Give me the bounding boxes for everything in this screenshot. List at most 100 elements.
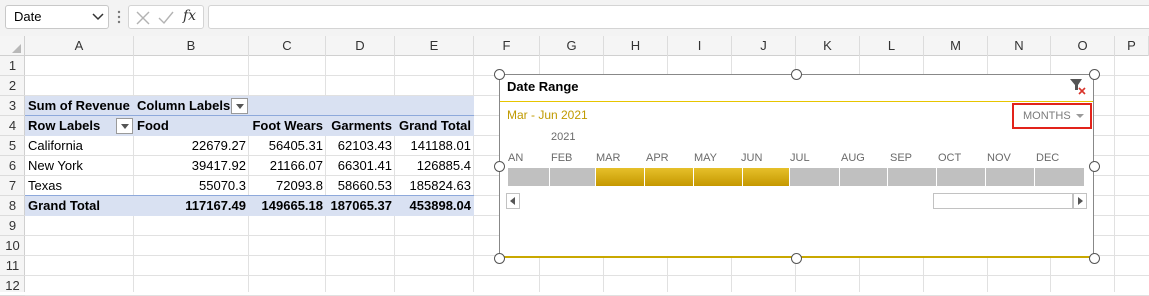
chevron-down-icon[interactable]: [91, 10, 105, 24]
pivot-title: Sum of Revenue: [28, 98, 130, 113]
timeline-divider: [500, 101, 1093, 102]
timeline-segment-selected[interactable]: [743, 168, 789, 186]
scroll-left-icon[interactable]: [506, 193, 520, 209]
cancel-icon[interactable]: [135, 10, 151, 26]
pivot-header-food: Food: [137, 118, 169, 133]
timeline-segment[interactable]: [840, 168, 887, 186]
resize-handle[interactable]: [494, 69, 505, 80]
timeline-segment[interactable]: [550, 168, 595, 186]
pivot-cell[interactable]: 185824.63: [395, 176, 474, 196]
timeline-segment[interactable]: [790, 168, 839, 186]
pivot-cell[interactable]: 21166.07: [249, 156, 326, 176]
timeline-month-label: MAR: [596, 152, 621, 164]
row-header[interactable]: 2: [0, 76, 25, 96]
row-header[interactable]: 6: [0, 156, 25, 176]
resize-handle[interactable]: [494, 253, 505, 264]
pivot-total-cell[interactable]: 453898.04: [395, 196, 474, 216]
timeline-segment-selected[interactable]: [596, 168, 644, 186]
pivot-cell[interactable]: 22679.27: [134, 136, 249, 156]
column-header[interactable]: O: [1051, 36, 1115, 56]
resize-handle[interactable]: [1089, 69, 1100, 80]
column-header[interactable]: E: [395, 36, 474, 56]
pivot-cell[interactable]: 58660.53: [326, 176, 395, 196]
timeline-segment[interactable]: [937, 168, 985, 186]
time-level-label: MONTHS: [1023, 110, 1071, 122]
timeline-month-label: AN: [508, 152, 524, 164]
column-header[interactable]: C: [249, 36, 326, 56]
timeline-month-label: JUN: [741, 152, 763, 164]
column-header[interactable]: F: [474, 36, 540, 56]
pivot-cell[interactable]: 62103.43: [326, 136, 395, 156]
row-header[interactable]: 10: [0, 236, 25, 256]
timeline-title: Date Range: [507, 79, 579, 94]
column-header[interactable]: N: [988, 36, 1051, 56]
select-all-icon: [12, 44, 21, 53]
select-all-corner[interactable]: [0, 36, 25, 56]
pivot-cell[interactable]: 56405.31: [249, 136, 326, 156]
clear-filter-icon[interactable]: [1069, 77, 1087, 95]
row-header[interactable]: 8: [0, 196, 25, 216]
pivot-row-label[interactable]: Texas: [25, 176, 134, 196]
resize-handle[interactable]: [791, 69, 802, 80]
resize-handle[interactable]: [494, 161, 505, 172]
column-header[interactable]: D: [326, 36, 395, 56]
row-header[interactable]: 1: [0, 56, 25, 76]
timeline-segment[interactable]: [888, 168, 936, 186]
pivot-total-cell[interactable]: 149665.18: [249, 196, 326, 216]
column-header[interactable]: P: [1115, 36, 1149, 56]
gridline: [1114, 56, 1115, 292]
resize-handle[interactable]: [791, 253, 802, 264]
row-header[interactable]: 4: [0, 116, 25, 136]
column-header[interactable]: J: [732, 36, 796, 56]
time-level-dropdown[interactable]: MONTHS: [1012, 103, 1092, 129]
column-header[interactable]: A: [25, 36, 134, 56]
timeline-slicer[interactable]: Date Range Mar - Jun 2021 MONTHS 2021 AN…: [499, 74, 1094, 258]
resize-handle[interactable]: [1089, 253, 1100, 264]
column-header[interactable]: L: [860, 36, 924, 56]
pivot-total-label[interactable]: Grand Total: [25, 196, 134, 216]
timeline-segment[interactable]: [508, 168, 549, 186]
timeline-segment[interactable]: [986, 168, 1034, 186]
pivot-total-cell[interactable]: 117167.49: [134, 196, 249, 216]
formula-bar: Date fx: [0, 0, 1149, 36]
row-labels-filter-button[interactable]: [116, 118, 133, 134]
pivot-cell[interactable]: 55070.3: [134, 176, 249, 196]
pivot-cell[interactable]: 141188.01: [395, 136, 474, 156]
column-header[interactable]: K: [796, 36, 860, 56]
chevron-down-icon: [1076, 114, 1084, 118]
timeline-scrollbar[interactable]: [933, 193, 1073, 209]
pivot-cell[interactable]: 72093.8: [249, 176, 326, 196]
column-header[interactable]: B: [134, 36, 249, 56]
timeline-month-label: FEB: [551, 152, 573, 164]
column-header[interactable]: M: [924, 36, 988, 56]
timeline-segment[interactable]: [1035, 168, 1084, 186]
row-header[interactable]: 12: [0, 276, 25, 296]
pivot-cell[interactable]: 126885.4: [395, 156, 474, 176]
formula-input[interactable]: [208, 5, 1149, 29]
pivot-total-cell[interactable]: 187065.37: [326, 196, 395, 216]
column-header[interactable]: I: [668, 36, 732, 56]
resize-handle[interactable]: [1089, 161, 1100, 172]
insert-function-icon[interactable]: fx: [183, 8, 196, 24]
pivot-cell[interactable]: 39417.92: [134, 156, 249, 176]
scroll-right-icon[interactable]: [1073, 193, 1087, 209]
pivot-row-label[interactable]: New York: [25, 156, 134, 176]
pivot-header-foot-wears: Foot Wears: [252, 118, 323, 133]
gridline: [25, 275, 1149, 276]
timeline-month-label: JUL: [790, 152, 810, 164]
column-labels-filter-button[interactable]: [231, 98, 248, 114]
column-header[interactable]: G: [540, 36, 604, 56]
pivot-row-label[interactable]: California: [25, 136, 134, 156]
timeline-segment-selected[interactable]: [694, 168, 742, 186]
column-header[interactable]: H: [604, 36, 668, 56]
row-header[interactable]: 9: [0, 216, 25, 236]
row-header[interactable]: 5: [0, 136, 25, 156]
more-options-icon[interactable]: [115, 8, 123, 26]
timeline-segment-selected[interactable]: [645, 168, 693, 186]
pivot-cell[interactable]: 66301.41: [326, 156, 395, 176]
timeline-year-label: 2021: [551, 131, 576, 143]
row-header[interactable]: 7: [0, 176, 25, 196]
row-header[interactable]: 3: [0, 96, 25, 116]
row-header[interactable]: 11: [0, 256, 25, 276]
enter-icon[interactable]: [158, 10, 174, 26]
